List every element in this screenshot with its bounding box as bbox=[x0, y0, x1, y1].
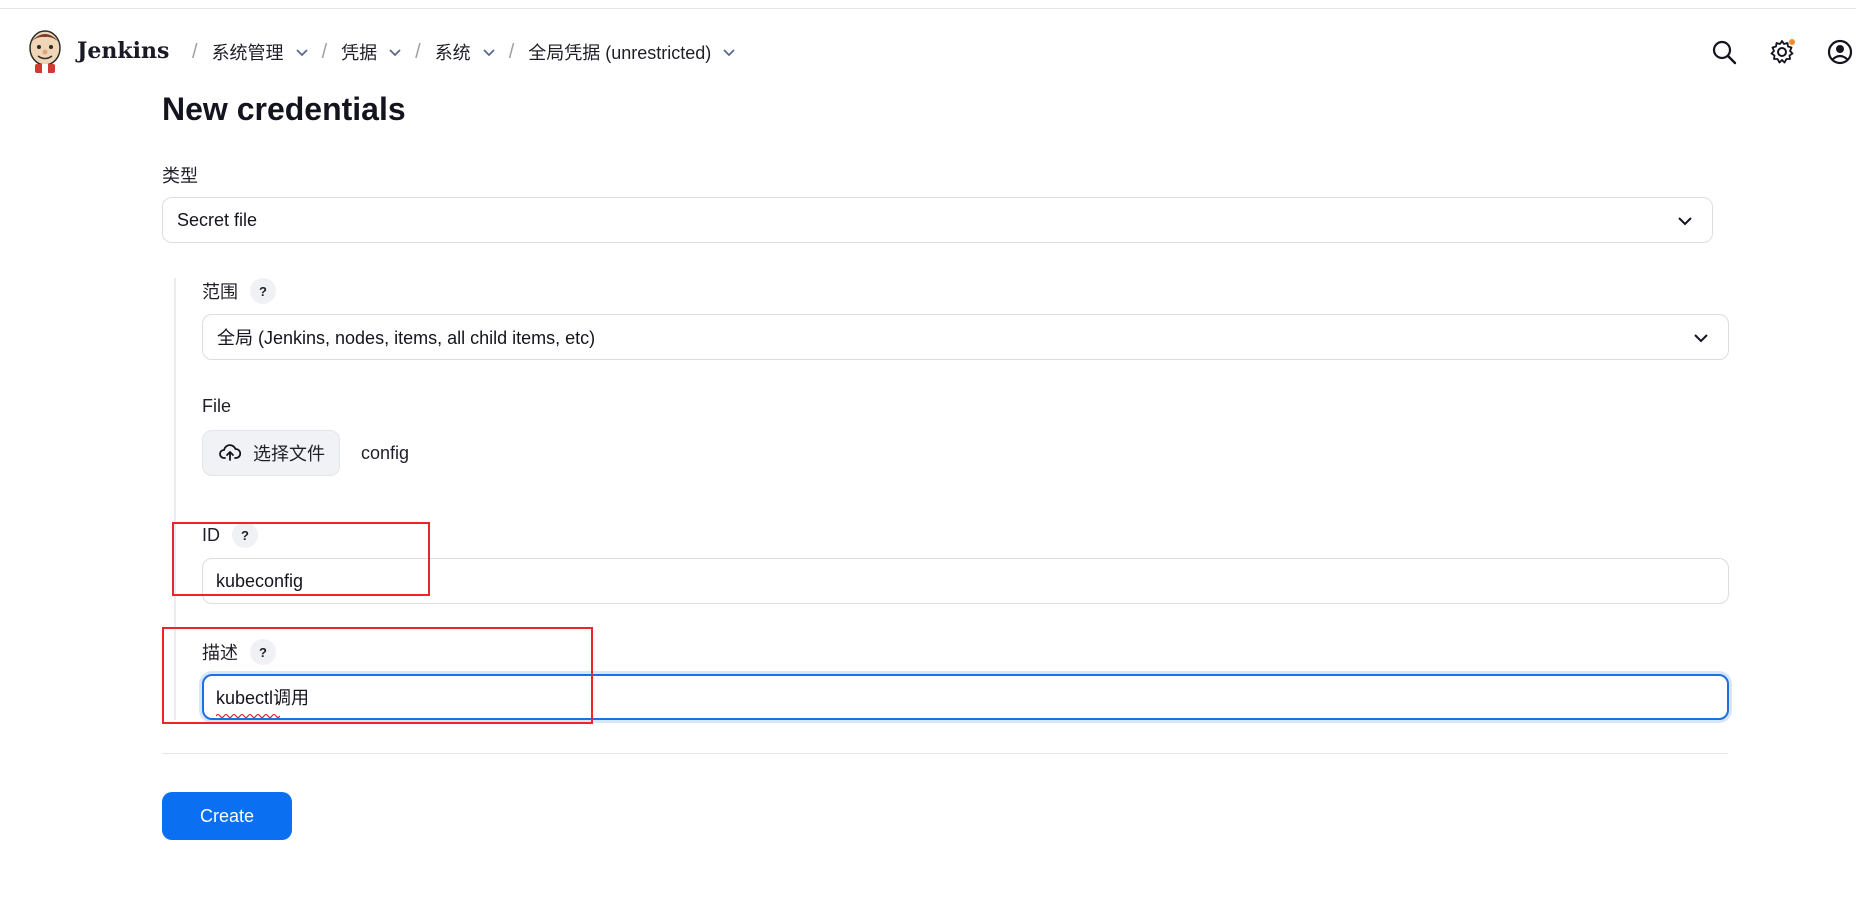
breadcrumb-label[interactable]: 系统 bbox=[435, 39, 471, 65]
scope-help-icon[interactable]: ? bbox=[250, 278, 276, 304]
type-select-value: Secret file bbox=[177, 209, 258, 230]
jenkins-logo-icon[interactable] bbox=[26, 28, 64, 74]
search-icon[interactable] bbox=[1710, 38, 1738, 66]
top-border bbox=[0, 8, 1856, 9]
breadcrumb-label[interactable]: 系统管理 bbox=[212, 39, 284, 65]
brand-name[interactable]: Jenkins bbox=[77, 38, 169, 64]
chevron-down-icon[interactable] bbox=[721, 44, 737, 60]
selected-file-name: config bbox=[361, 443, 410, 463]
id-input[interactable] bbox=[202, 558, 1729, 604]
type-select[interactable]: Secret file bbox=[162, 197, 1713, 243]
page-title: New credentials bbox=[162, 91, 406, 127]
scope-select[interactable]: 全局 (Jenkins, nodes, items, all child ite… bbox=[202, 314, 1729, 360]
gear-icon[interactable] bbox=[1768, 38, 1796, 66]
user-icon[interactable] bbox=[1826, 38, 1854, 66]
breadcrumb: / 系统管理 / 凭据 / 系统 / 全局凭据 (unrestricted) bbox=[180, 39, 737, 65]
breadcrumb-item-system-management[interactable]: 系统管理 bbox=[212, 39, 310, 65]
type-label: 类型 bbox=[162, 166, 198, 186]
highlight-box-id bbox=[172, 522, 430, 596]
highlight-box-description bbox=[162, 627, 593, 724]
breadcrumb-item-credentials[interactable]: 凭据 bbox=[341, 39, 403, 65]
breadcrumb-separator: / bbox=[192, 40, 198, 63]
cloud-upload-icon bbox=[219, 444, 241, 461]
chevron-down-icon[interactable] bbox=[481, 44, 497, 60]
scope-label: 范围 ? bbox=[202, 278, 276, 304]
scope-select-value: 全局 (Jenkins, nodes, items, all child ite… bbox=[217, 328, 596, 348]
breadcrumb-separator: / bbox=[508, 40, 515, 63]
breadcrumb-separator: / bbox=[321, 40, 328, 63]
chevron-down-icon[interactable] bbox=[294, 44, 310, 60]
choose-file-button[interactable]: 选择文件 bbox=[202, 430, 340, 476]
form-divider bbox=[162, 753, 1728, 754]
breadcrumb-separator: / bbox=[415, 40, 421, 63]
create-button[interactable]: Create bbox=[162, 792, 292, 840]
breadcrumb-label[interactable]: 全局凭据 (unrestricted) bbox=[528, 39, 711, 65]
chevron-down-icon bbox=[1694, 334, 1708, 343]
file-label: File bbox=[202, 396, 232, 416]
breadcrumb-item-global-credentials[interactable]: 全局凭据 (unrestricted) bbox=[528, 39, 737, 65]
scope-label-text: 范围 bbox=[202, 282, 238, 302]
header: Jenkins / 系统管理 / 凭据 / 系统 / 全局凭据 (unrestr… bbox=[0, 22, 1856, 78]
chevron-down-icon[interactable] bbox=[387, 44, 403, 60]
notification-dot bbox=[1789, 39, 1795, 45]
chevron-down-icon bbox=[1678, 217, 1692, 226]
choose-file-label: 选择文件 bbox=[253, 444, 325, 464]
breadcrumb-item-system[interactable]: 系统 bbox=[435, 39, 497, 65]
breadcrumb-label[interactable]: 凭据 bbox=[341, 39, 377, 65]
